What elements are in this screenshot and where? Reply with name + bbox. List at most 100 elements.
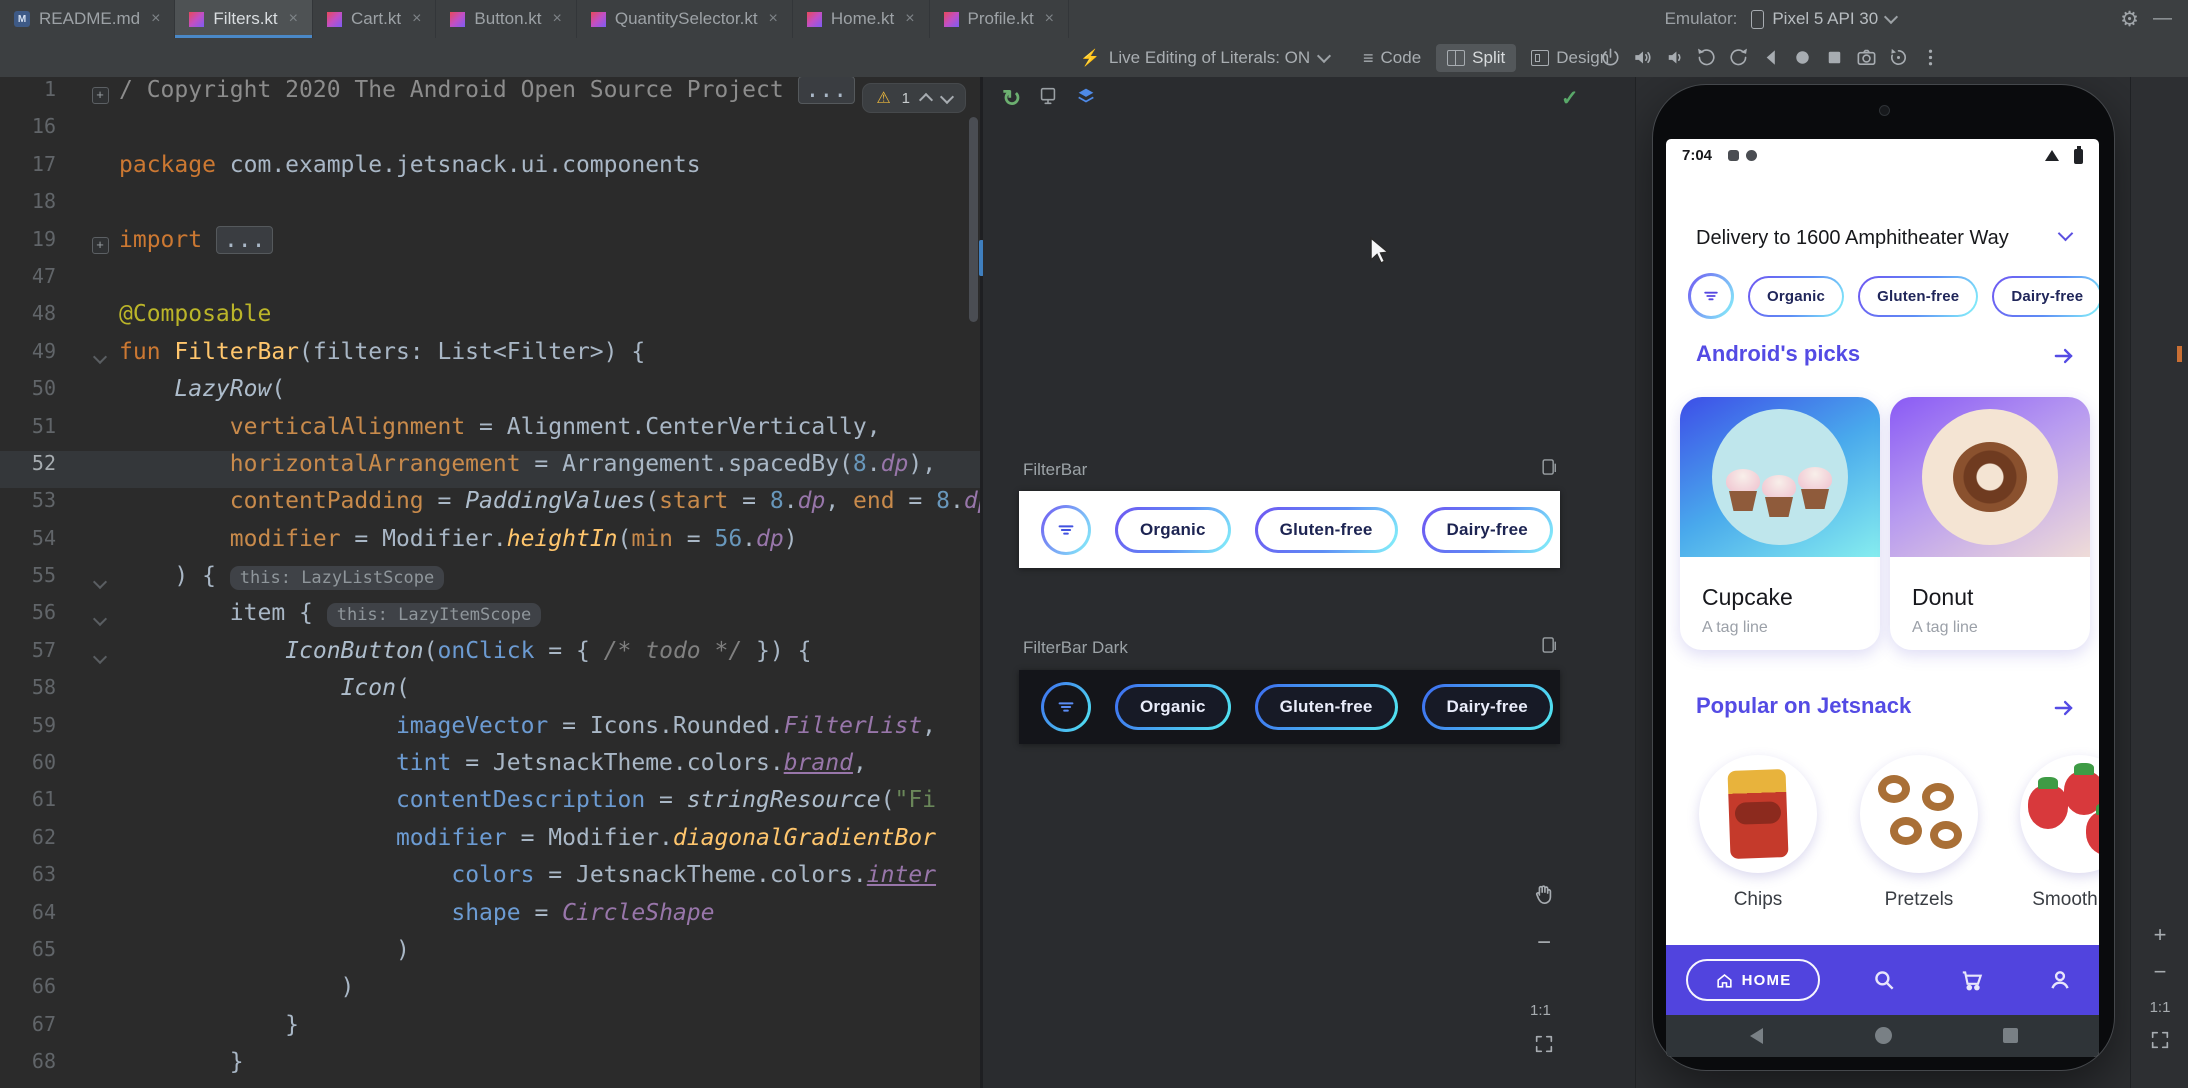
code-line[interactable]: 66 ) xyxy=(0,974,980,1011)
filter-chip-dairy-free[interactable]: Dairy-free xyxy=(1422,684,1553,730)
tab-cart-kt[interactable]: Cart.kt × xyxy=(313,0,437,38)
fold-marker-icon[interactable]: + xyxy=(88,227,112,264)
code-line[interactable]: 17 package com.example.jetsnack.ui.compon… xyxy=(0,152,980,189)
code-line[interactable]: 56 item { this: LazyItemScope xyxy=(0,600,980,637)
filter-chip-dairy-free[interactable]: Dairy-free xyxy=(1422,507,1553,553)
tab-readme-md[interactable]: M README.md × xyxy=(0,0,176,38)
tab-quantityselector-kt[interactable]: QuantitySelector.kt × xyxy=(577,0,793,38)
profile-icon[interactable] xyxy=(2047,967,2073,993)
live-edit-control[interactable]: ⚡ Live Editing of Literals: ON xyxy=(1080,38,1332,77)
snapshot-icon[interactable] xyxy=(1886,46,1910,70)
home-icon[interactable] xyxy=(1790,46,1814,70)
snack-card-cupcake[interactable]: Cupcake A tag line xyxy=(1680,397,1880,650)
nav-home-button[interactable]: HOME xyxy=(1686,959,1820,1001)
volume-down-icon[interactable] xyxy=(1662,46,1686,70)
volume-up-icon[interactable] xyxy=(1630,46,1654,70)
tab-close-icon[interactable]: × xyxy=(769,10,778,28)
rotate-left-icon[interactable] xyxy=(1694,46,1718,70)
code-line[interactable]: 16 xyxy=(0,114,980,151)
hand-pan-icon[interactable] xyxy=(1533,883,1555,910)
zoom-one-to-one-button[interactable]: 1:1 xyxy=(1530,1002,1551,1019)
system-overview-button[interactable] xyxy=(2003,1028,2018,1043)
interactive-preview-icon[interactable] xyxy=(1539,635,1559,655)
zoom-out-button[interactable]: − xyxy=(1537,929,1551,957)
fold-marker-icon[interactable] xyxy=(88,600,112,637)
filterbar-preview-dark[interactable]: Organic Gluten-free Dairy-free xyxy=(1019,670,1560,744)
code-line[interactable]: 19 + import ... xyxy=(0,225,980,264)
code-line[interactable]: 52 horizontalArrangement = Arrangement.s… xyxy=(0,450,980,489)
view-mode-code[interactable]: ≡ Code xyxy=(1352,44,1432,72)
code-line[interactable]: 61 contentDescription = stringResource("… xyxy=(0,787,980,824)
system-home-button[interactable] xyxy=(1875,1027,1892,1044)
next-problem-icon[interactable] xyxy=(939,89,955,105)
zoom-one-to-one-button[interactable]: 1:1 xyxy=(2145,999,2175,1016)
tab-close-icon[interactable]: × xyxy=(412,10,421,28)
filter-chip-gluten-free[interactable]: Gluten-free xyxy=(1255,507,1398,553)
code-line[interactable]: 58 Icon( xyxy=(0,675,980,712)
minimize-icon[interactable]: — xyxy=(2153,8,2172,30)
code-line[interactable]: 47 xyxy=(0,264,980,301)
tab-close-icon[interactable]: × xyxy=(553,10,562,28)
zoom-in-button[interactable]: + xyxy=(2145,922,2175,948)
tab-close-icon[interactable]: × xyxy=(289,10,298,28)
filter-chip-organic[interactable]: Organic xyxy=(1115,684,1231,730)
overview-icon[interactable] xyxy=(1822,46,1846,70)
tab-close-icon[interactable]: × xyxy=(905,10,914,28)
filter-icon[interactable] xyxy=(1041,682,1091,732)
filter-chip-organic[interactable]: Organic xyxy=(1115,507,1231,553)
problems-widget[interactable]: ⚠ 1 xyxy=(862,83,966,113)
filter-chip-gluten-free[interactable]: Gluten-free xyxy=(1858,276,1978,317)
tab-button-kt[interactable]: Button.kt × xyxy=(436,0,577,38)
device-config-icon[interactable] xyxy=(1037,85,1059,112)
code-line[interactable]: 62 modifier = Modifier.diagonalGradientB… xyxy=(0,825,980,862)
snack-item-pretzels[interactable]: Pretzels xyxy=(1860,755,1978,911)
tab-home-kt[interactable]: Home.kt × xyxy=(793,0,930,38)
filter-icon[interactable] xyxy=(1688,273,1734,319)
build-refresh-icon[interactable]: ↻ xyxy=(1002,85,1021,112)
fit-screen-icon[interactable] xyxy=(1533,1033,1555,1060)
tab-filters-kt[interactable]: Filters.kt × xyxy=(175,0,313,38)
search-icon[interactable] xyxy=(1871,967,1897,993)
zoom-out-button[interactable]: − xyxy=(2145,959,2175,985)
device-selector[interactable]: Pixel 5 API 30 xyxy=(1751,9,1899,29)
code-line[interactable]: 50 LazyRow( xyxy=(0,376,980,413)
delivery-address-row[interactable]: Delivery to 1600 Amphitheater Way xyxy=(1666,221,2099,255)
code-editor[interactable]: 1 + / Copyright 2020 The Android Open Sour… xyxy=(0,77,980,1088)
filter-chip-organic[interactable]: Organic xyxy=(1748,276,1844,317)
emulator-screen[interactable]: 7:04 Delivery to 1600 Amphitheater Way O… xyxy=(1666,139,2099,1057)
snack-item-chips[interactable]: Chips xyxy=(1699,755,1817,911)
filter-chip-gluten-free[interactable]: Gluten-free xyxy=(1255,684,1398,730)
interactive-preview-icon[interactable] xyxy=(1539,457,1559,477)
camera-icon[interactable] xyxy=(1854,46,1878,70)
editor-scrollbar[interactable] xyxy=(969,117,978,322)
tab-close-icon[interactable]: × xyxy=(151,10,160,28)
fold-marker-icon[interactable] xyxy=(88,638,112,675)
fit-screen-icon[interactable] xyxy=(2145,1029,2175,1057)
code-line[interactable]: 59 imageVector = Icons.Rounded.FilterLis… xyxy=(0,713,980,750)
snack-item-smooth[interactable]: Smooth xyxy=(2020,755,2099,911)
code-line[interactable]: 55 ) { this: LazyListScope xyxy=(0,563,980,600)
code-line[interactable]: 60 tint = JetsnackTheme.colors.brand, xyxy=(0,750,980,787)
code-line[interactable]: 65 ) xyxy=(0,937,980,974)
code-line[interactable]: 49 fun FilterBar(filters: List<Filter>) { xyxy=(0,339,980,376)
fold-marker-icon[interactable] xyxy=(88,563,112,600)
tab-profile-kt[interactable]: Profile.kt × xyxy=(930,0,1070,38)
code-line[interactable]: 67 } xyxy=(0,1012,980,1049)
filter-chip-dairy-free[interactable]: Dairy-free xyxy=(1992,276,2099,317)
cart-icon[interactable] xyxy=(1959,967,1985,993)
code-line[interactable]: 64 shape = CircleShape xyxy=(0,900,980,937)
filterbar-preview-light[interactable]: Organic Gluten-free Dairy-free xyxy=(1019,491,1560,568)
fold-marker-icon[interactable] xyxy=(88,339,112,376)
code-line[interactable]: 68 } xyxy=(0,1049,980,1086)
code-line[interactable]: 63 colors = JetsnackTheme.colors.inter xyxy=(0,862,980,899)
power-icon[interactable] xyxy=(1598,46,1622,70)
gear-icon[interactable]: ⚙ xyxy=(2120,7,2139,32)
filter-icon[interactable] xyxy=(1041,505,1091,555)
code-line[interactable]: 54 modifier = Modifier.heightIn(min = 56… xyxy=(0,526,980,563)
previous-problem-icon[interactable] xyxy=(918,92,934,108)
rotate-right-icon[interactable] xyxy=(1726,46,1750,70)
system-back-button[interactable] xyxy=(1750,1028,1763,1044)
arrow-right-icon[interactable] xyxy=(2051,695,2077,721)
view-mode-split[interactable]: Split xyxy=(1436,43,1517,72)
layers-icon[interactable] xyxy=(1075,85,1097,112)
